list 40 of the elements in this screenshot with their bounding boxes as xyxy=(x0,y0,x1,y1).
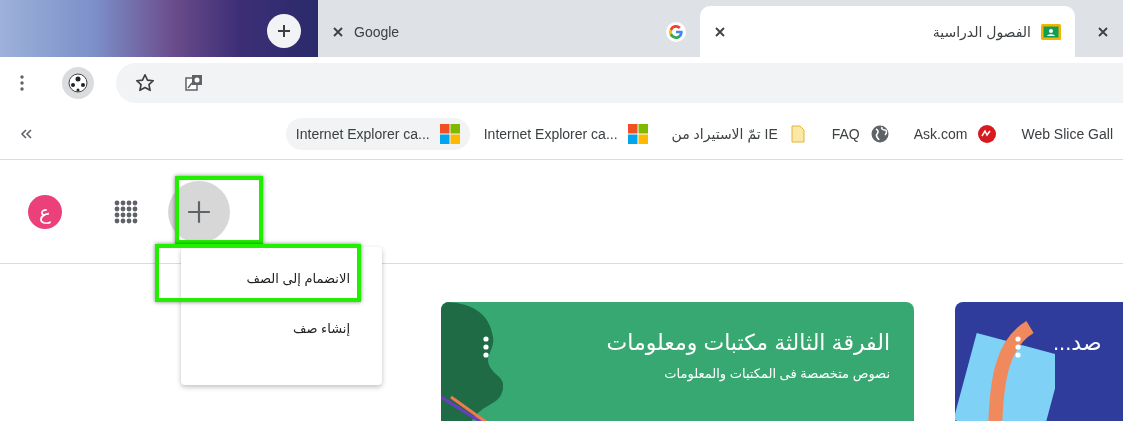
class-title[interactable]: صد... xyxy=(1053,330,1102,356)
class-subtitle: نصوص متخصصة فى المكتبات والمعلومات xyxy=(663,366,890,381)
browser-tab[interactable]: الفصول الدراسية xyxy=(700,6,1075,57)
close-icon[interactable] xyxy=(332,25,344,38)
tab-title: الفصول الدراسية xyxy=(931,23,1031,40)
plus-icon xyxy=(186,198,212,225)
user-avatar[interactable]: ع xyxy=(28,194,62,229)
menu-item[interactable]: الانضمام إلى الصف xyxy=(181,253,382,303)
plus-icon xyxy=(276,22,292,39)
menu-icon[interactable] xyxy=(20,74,24,91)
tab-title: Google xyxy=(354,23,401,40)
bookmark-label: Ask.com xyxy=(913,126,968,142)
new-tab-button[interactable] xyxy=(267,13,301,48)
globe-icon xyxy=(869,124,890,144)
bookmark-label: Internet Explorer ca... xyxy=(295,126,430,142)
bookmark[interactable]: Internet Explorer ca... xyxy=(285,118,470,150)
bookmark-label: FAQ xyxy=(831,126,860,142)
more-options-icon[interactable] xyxy=(483,336,489,358)
apps-grid-icon[interactable] xyxy=(114,199,138,224)
soccer-ball-icon[interactable] xyxy=(62,66,94,99)
bookmark[interactable]: Internet Explorer ca... xyxy=(473,118,658,150)
google-icon xyxy=(666,21,686,42)
bookmark[interactable]: تمّ الاستيراد من IE xyxy=(661,118,818,150)
bookmark[interactable]: Ask.com xyxy=(903,118,1008,150)
classroom-icon xyxy=(1041,21,1061,42)
windows-logo-icon xyxy=(439,124,460,144)
class-card[interactable]: صد... xyxy=(955,302,1123,421)
close-icon[interactable] xyxy=(1097,25,1109,38)
close-icon[interactable] xyxy=(714,25,726,38)
extension-icon[interactable] xyxy=(184,72,204,93)
windows-logo-icon xyxy=(627,124,648,144)
bookmark-label: Internet Explorer ca... xyxy=(483,126,618,142)
menu-item[interactable]: إنشاء صف xyxy=(181,303,382,353)
bookmark-label: Web Slice Gall xyxy=(1021,126,1113,142)
double-chevron-icon[interactable] xyxy=(20,129,32,139)
bookmark[interactable]: FAQ xyxy=(821,118,900,150)
bookmark[interactable]: Web Slice Gall xyxy=(1011,118,1123,150)
star-icon[interactable] xyxy=(134,71,156,94)
ask-icon xyxy=(977,124,998,144)
bookmark-label: تمّ الاستيراد من IE xyxy=(671,126,778,142)
